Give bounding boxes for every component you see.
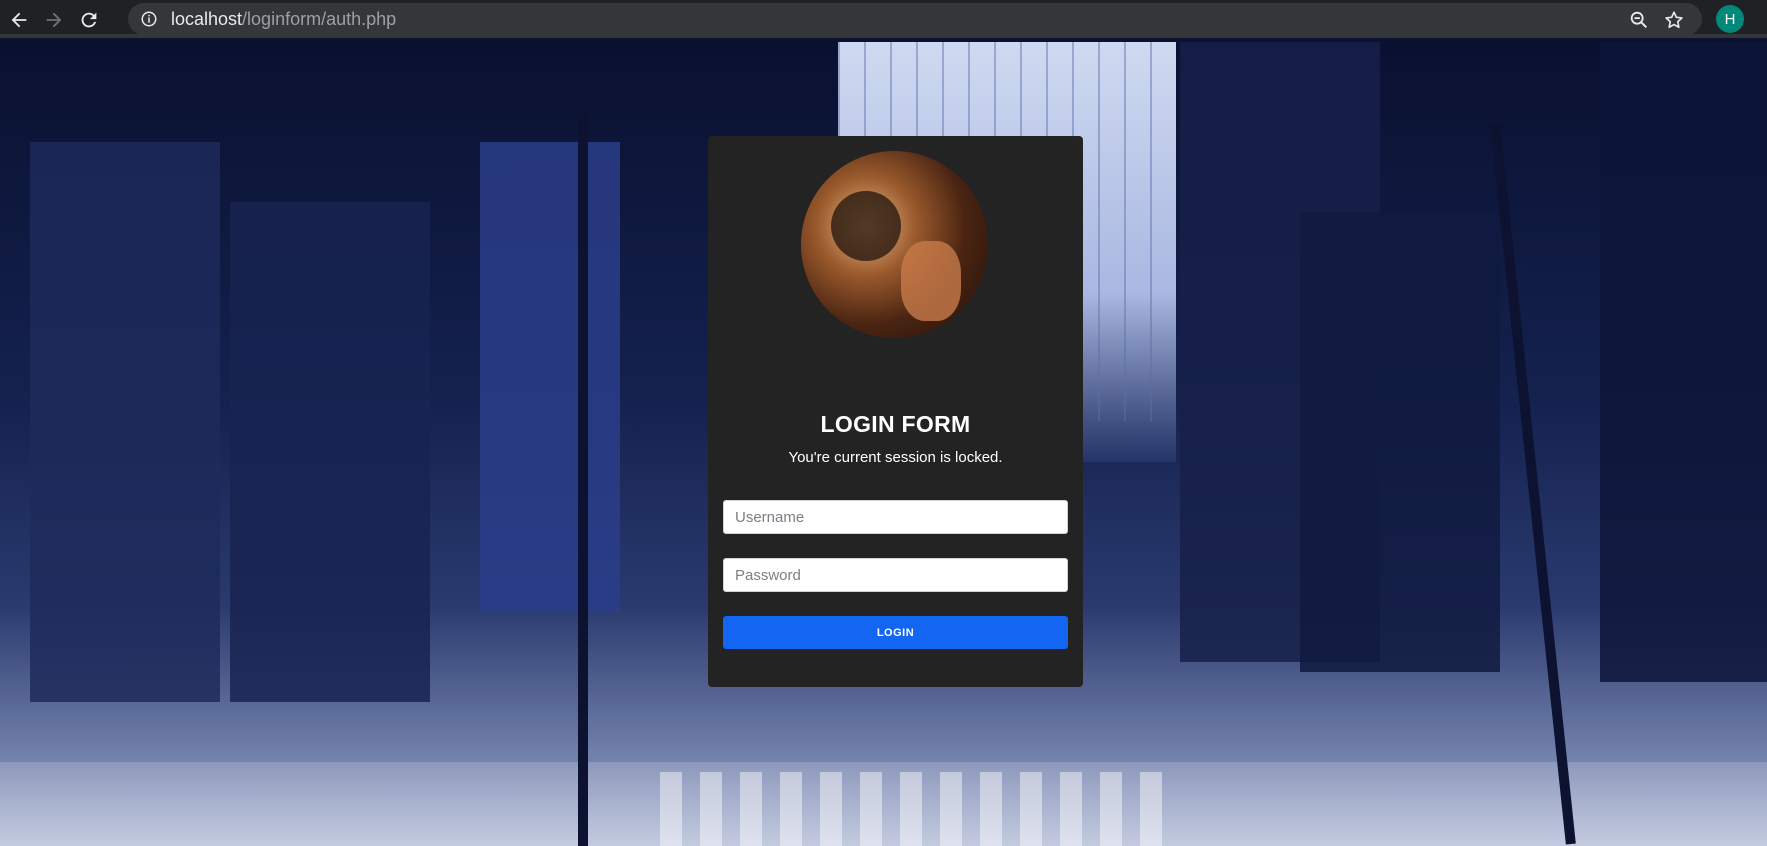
info-icon[interactable] — [140, 10, 158, 28]
forward-arrow-icon[interactable] — [38, 4, 70, 36]
photo-shape — [831, 191, 901, 261]
login-button[interactable]: LOGIN — [723, 616, 1068, 649]
building — [1300, 212, 1500, 672]
form-subtitle: You're current session is locked. — [788, 449, 1003, 466]
browser-toolbar: localhost/loginform/auth.php H — [0, 0, 1767, 38]
building — [30, 142, 220, 702]
street-pole — [578, 112, 588, 846]
url-host: localhost — [171, 9, 243, 29]
zoom-icon[interactable] — [1628, 9, 1650, 31]
login-card: LOGIN FORM You're current session is loc… — [708, 136, 1083, 687]
street-pole — [1490, 123, 1576, 845]
url-text: localhost/loginform/auth.php — [171, 10, 396, 28]
password-input[interactable] — [723, 558, 1068, 592]
building — [230, 202, 430, 702]
star-icon[interactable] — [1663, 9, 1685, 31]
address-bar[interactable]: localhost/loginform/auth.php — [128, 3, 1702, 35]
photo-shape — [901, 241, 961, 321]
url-path: /loginform/auth.php — [242, 9, 397, 29]
back-arrow-icon[interactable] — [3, 4, 35, 36]
building — [480, 142, 620, 612]
crosswalk — [660, 772, 1180, 846]
form-title: LOGIN FORM — [820, 411, 971, 437]
building — [1600, 42, 1767, 682]
user-photo — [801, 151, 988, 338]
reload-icon[interactable] — [73, 4, 105, 36]
profile-avatar[interactable]: H — [1716, 5, 1744, 33]
username-input[interactable] — [723, 500, 1068, 534]
